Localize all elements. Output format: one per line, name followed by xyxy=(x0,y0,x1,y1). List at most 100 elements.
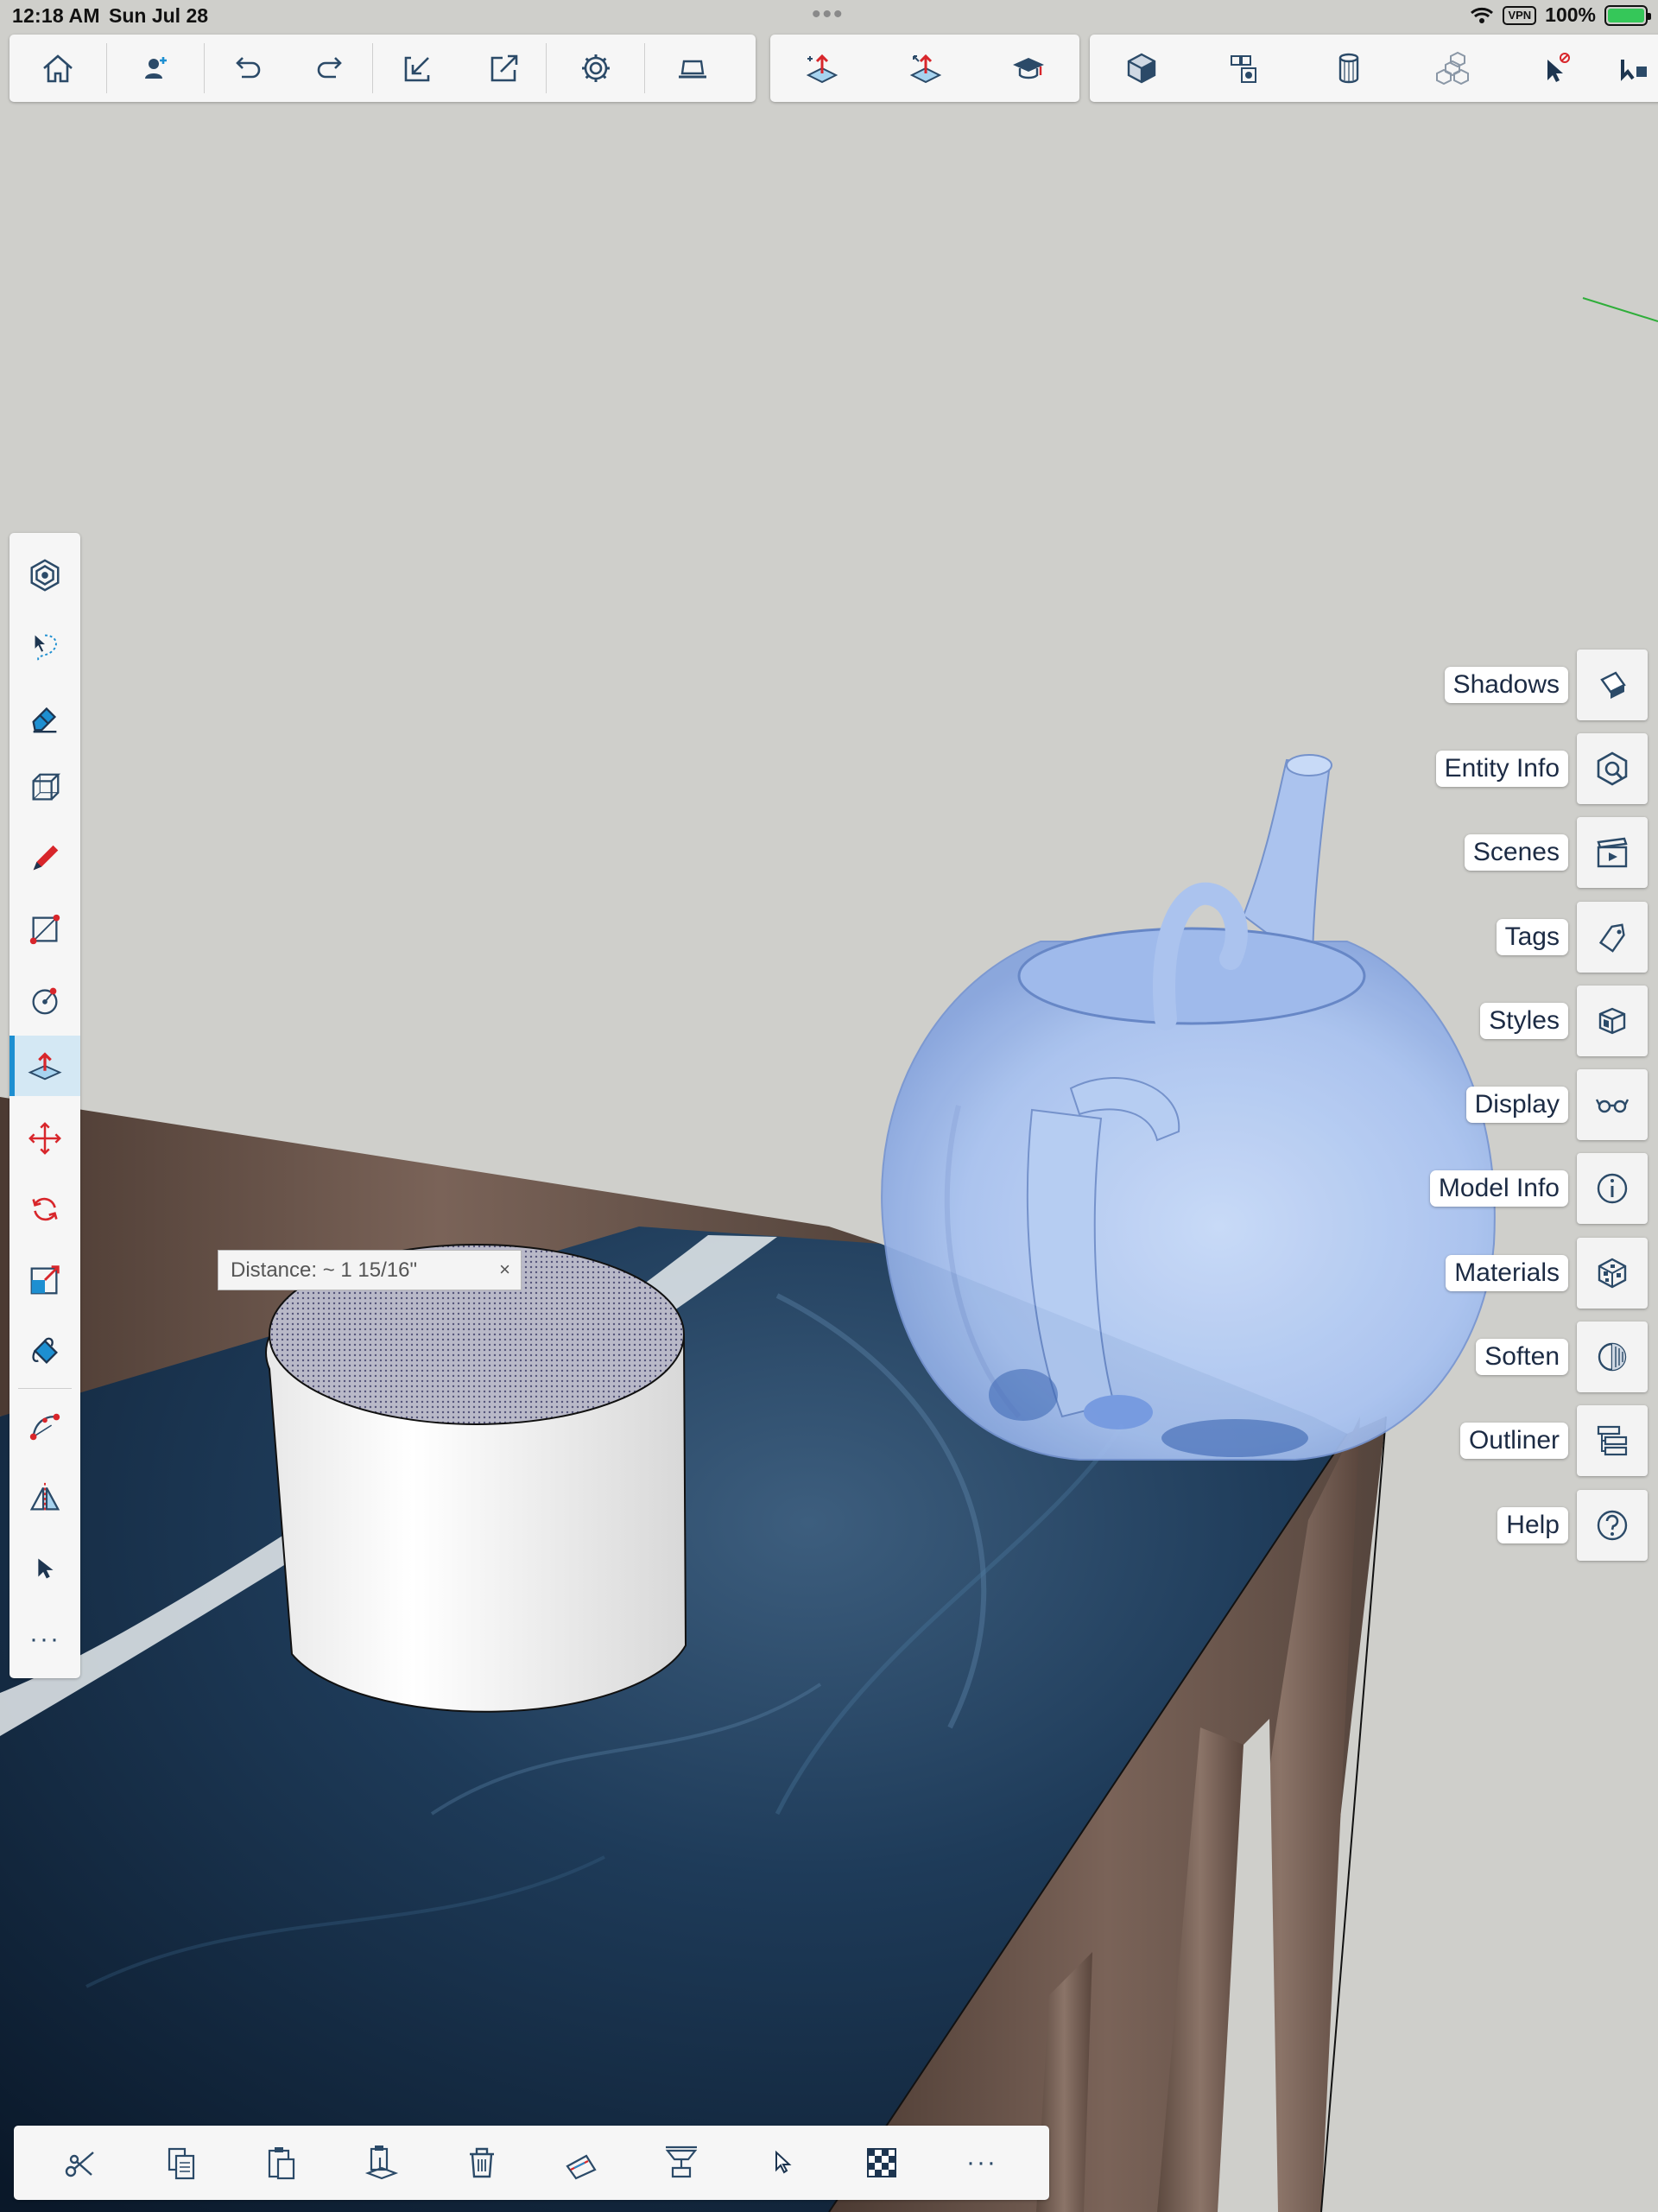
undo-icon[interactable] xyxy=(205,35,288,102)
battery-percent: 100% xyxy=(1545,3,1596,26)
panel-model-info[interactable]: Model Info xyxy=(1429,1152,1648,1225)
teapot-lid xyxy=(1017,927,1366,1025)
box-shape-icon[interactable] xyxy=(9,757,80,818)
component-icon[interactable] xyxy=(9,545,80,605)
more-edit-button[interactable]: ··· xyxy=(947,2128,1016,2197)
arc-icon[interactable] xyxy=(9,1397,80,1457)
copy-icon[interactable] xyxy=(147,2128,216,2197)
3d-viewport[interactable] xyxy=(0,0,1658,2212)
panel-label-outliner: Outliner xyxy=(1459,1423,1568,1459)
scissors-icon[interactable] xyxy=(47,2128,116,2197)
push-pull-move-icon[interactable] xyxy=(874,35,978,102)
panel-label-help: Help xyxy=(1497,1507,1568,1543)
lasso-select-icon[interactable] xyxy=(9,615,80,675)
push-pull-tool-button[interactable] xyxy=(9,1036,80,1096)
panel-tags[interactable]: Tags xyxy=(1496,901,1648,973)
more-tools-button[interactable]: ··· xyxy=(9,1609,80,1670)
panel-label-soften: Soften xyxy=(1476,1339,1568,1375)
panel-scenes[interactable]: Scenes xyxy=(1464,816,1648,889)
graduation-cap-icon[interactable] xyxy=(978,35,1079,102)
scale-icon[interactable] xyxy=(9,1250,80,1310)
more-icon: ··· xyxy=(29,1625,60,1653)
circle-icon[interactable] xyxy=(9,970,80,1030)
styles-icon xyxy=(1577,986,1648,1056)
panel-label-tags: Tags xyxy=(1496,919,1568,955)
cubes-icon[interactable] xyxy=(1401,35,1504,102)
panel-label-display: Display xyxy=(1465,1087,1568,1123)
cylinder-model xyxy=(265,1244,687,1713)
main-toolbar xyxy=(9,35,756,102)
panel-shadows[interactable]: Shadows xyxy=(1444,649,1648,721)
shadows-icon xyxy=(1577,650,1648,720)
soften-icon xyxy=(1577,1321,1648,1392)
laptop-icon[interactable] xyxy=(645,35,740,102)
close-icon[interactable]: × xyxy=(499,1258,510,1281)
paste-in-place-icon[interactable] xyxy=(347,2128,416,2197)
tag-icon xyxy=(1577,902,1648,973)
cursor-icon[interactable] xyxy=(747,2128,816,2197)
panel-styles[interactable]: Styles xyxy=(1480,985,1648,1057)
vpn-badge: VPN xyxy=(1503,5,1537,25)
tools-toolbar xyxy=(770,35,1079,102)
panel-label-styles: Styles xyxy=(1480,1003,1568,1039)
status-date: Sun Jul 28 xyxy=(109,4,209,27)
panel-label-model-info: Model Info xyxy=(1429,1170,1568,1207)
add-person-icon[interactable] xyxy=(107,35,204,102)
checker-icon[interactable] xyxy=(847,2128,916,2197)
push-pull-icon[interactable] xyxy=(770,35,874,102)
cylinder-icon[interactable] xyxy=(1297,35,1401,102)
home-icon[interactable] xyxy=(9,35,106,102)
panel-help[interactable]: Help xyxy=(1497,1489,1648,1562)
measurement-box[interactable]: Distance: ~ 1 15/16" × xyxy=(218,1250,522,1290)
panel-entity-info[interactable]: Entity Info xyxy=(1435,732,1648,805)
paste-icon[interactable] xyxy=(247,2128,316,2197)
entity-info-icon xyxy=(1577,733,1648,804)
eraser-icon[interactable] xyxy=(9,687,80,747)
panel-outliner[interactable]: Outliner xyxy=(1459,1404,1648,1477)
panel-label-shadows: Shadows xyxy=(1444,667,1568,703)
materials-icon xyxy=(1577,1238,1648,1309)
battery-icon xyxy=(1604,4,1651,26)
glasses-icon xyxy=(1577,1069,1648,1140)
move-icon[interactable] xyxy=(9,1108,80,1169)
panel-display[interactable]: Display xyxy=(1465,1068,1648,1141)
settings-gear-icon[interactable] xyxy=(547,35,644,102)
section-plane-icon[interactable] xyxy=(647,2128,716,2197)
import-icon[interactable] xyxy=(373,35,463,102)
panel-label-entity-info: Entity Info xyxy=(1435,751,1568,787)
status-time: 12:18 AM xyxy=(12,4,100,27)
panel-soften[interactable]: Soften xyxy=(1476,1321,1648,1393)
partial-tool-icon[interactable] xyxy=(1608,35,1651,102)
mirror-icon[interactable] xyxy=(9,1467,80,1528)
pencil-icon[interactable] xyxy=(9,828,80,889)
model-toolbar xyxy=(1090,35,1658,102)
help-icon xyxy=(1577,1490,1648,1561)
components-icon[interactable] xyxy=(1193,35,1297,102)
export-icon[interactable] xyxy=(463,35,546,102)
rotate-icon[interactable] xyxy=(9,1179,80,1239)
dimension-icon[interactable] xyxy=(547,2128,616,2197)
ellipsis-icon: ··· xyxy=(965,2148,997,2177)
select-arrow-icon[interactable] xyxy=(9,1538,80,1599)
scenes-icon xyxy=(1577,817,1648,888)
paint-bucket-icon[interactable] xyxy=(9,1321,80,1381)
cube-icon[interactable] xyxy=(1090,35,1193,102)
panel-materials[interactable]: Materials xyxy=(1446,1237,1648,1309)
outliner-icon xyxy=(1577,1405,1648,1476)
left-tools-toolbar: ··· xyxy=(9,533,80,1678)
green-axis-line xyxy=(1582,297,1658,322)
multitasking-dots-icon[interactable]: ••• xyxy=(812,0,845,29)
wifi-icon xyxy=(1471,7,1494,23)
measurement-text: Distance: ~ 1 15/16" xyxy=(231,1258,417,1282)
select-cursor-icon[interactable] xyxy=(1504,35,1608,102)
panel-label-scenes: Scenes xyxy=(1464,834,1568,871)
trash-icon[interactable] xyxy=(447,2128,516,2197)
rectangle-icon[interactable] xyxy=(9,899,80,960)
info-icon xyxy=(1577,1153,1648,1224)
push-pull-icon xyxy=(28,1052,62,1081)
teapot-model xyxy=(881,754,1496,1461)
status-bar: 12:18 AM Sun Jul 28 ••• VPN 100% xyxy=(0,0,1658,33)
redo-icon[interactable] xyxy=(288,35,372,102)
panel-label-materials: Materials xyxy=(1446,1255,1568,1291)
edit-toolbar: ··· xyxy=(14,2126,1049,2200)
